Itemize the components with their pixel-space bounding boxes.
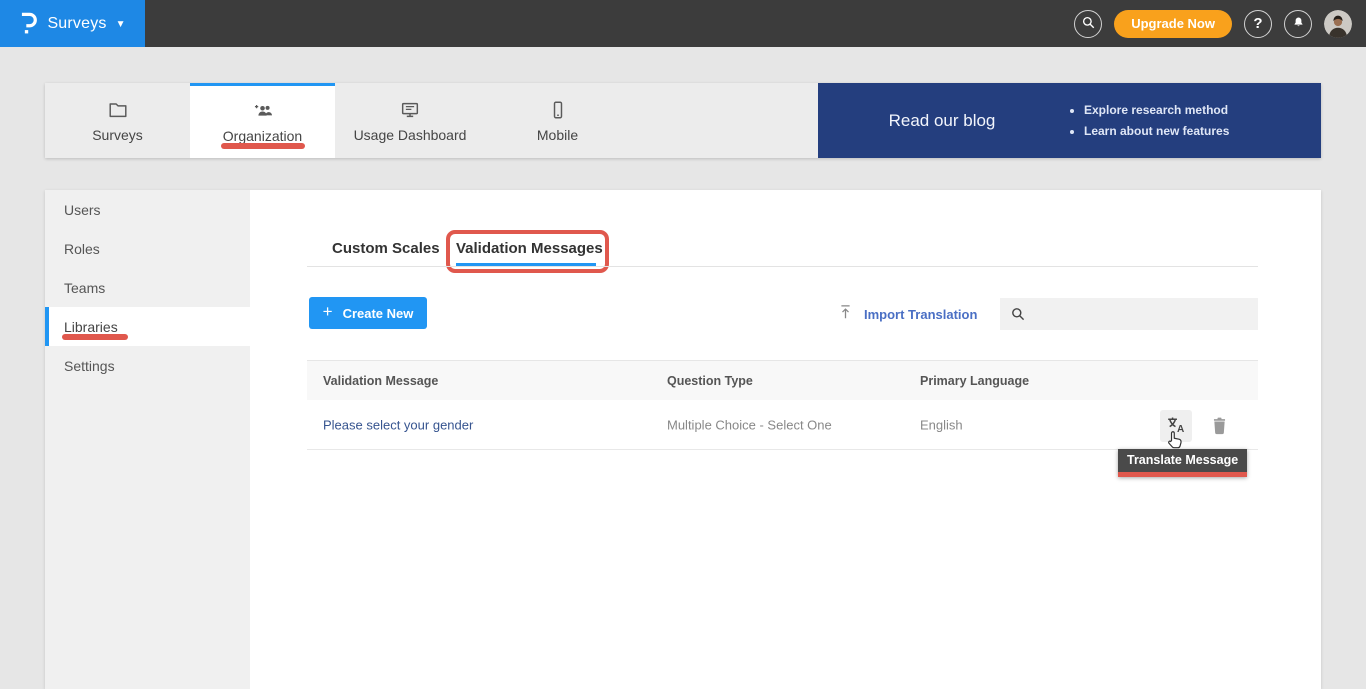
blog-promo-panel: Read our blog Explore research method Le… [818, 83, 1321, 158]
sidebar-item-libraries[interactable]: Libraries [45, 307, 250, 346]
tooltip: Translate Message [1118, 449, 1247, 477]
sidebar-item-label: Roles [64, 241, 100, 257]
tooltip-text: Translate Message [1118, 449, 1247, 472]
translate-message-button[interactable]: A [1160, 410, 1192, 442]
plus-icon: + [323, 302, 333, 322]
column-header-validation-message: Validation Message [323, 374, 438, 388]
primary-nav: Surveys Organization [45, 83, 1321, 158]
search-input[interactable] [1000, 298, 1258, 330]
annotation-underline [62, 334, 128, 340]
org-sidebar: Users Roles Teams Libraries Settings [45, 190, 250, 689]
create-new-label: Create New [343, 306, 414, 321]
libraries-content: Custom Scales Validation Messages + Crea… [250, 190, 1321, 689]
avatar-photo [1324, 10, 1352, 38]
table-search [1000, 298, 1258, 330]
column-header-primary-language: Primary Language [920, 374, 1029, 388]
sidebar-item-label: Settings [64, 358, 115, 374]
create-new-button[interactable]: + Create New [309, 297, 427, 329]
search-icon [1081, 15, 1096, 33]
annotation-underline [1118, 472, 1247, 477]
nav-tab-usage-dashboard[interactable]: Usage Dashboard [335, 83, 485, 158]
blog-promo-title[interactable]: Read our blog [818, 111, 1066, 131]
question-type-value: Multiple Choice - Select One [667, 417, 832, 432]
trash-icon [1210, 415, 1229, 439]
notifications-button[interactable] [1284, 10, 1312, 38]
nav-tab-label: Usage Dashboard [354, 127, 467, 143]
sidebar-item-label: Teams [64, 280, 105, 296]
top-bar: Surveys ▼ Upgrade Now ? [0, 0, 1366, 47]
app-screen: Surveys ▼ Upgrade Now ? [0, 0, 1366, 689]
primary-language-value: English [920, 417, 963, 432]
help-button[interactable]: ? [1244, 10, 1272, 38]
delete-message-button[interactable] [1208, 416, 1230, 438]
product-switcher[interactable]: Surveys ▼ [0, 0, 145, 47]
topbar-actions: Upgrade Now ? [1074, 10, 1366, 38]
sidebar-item-teams[interactable]: Teams [45, 268, 250, 307]
nav-tab-label: Mobile [537, 127, 578, 143]
table-row: Please select your gender Multiple Choic… [307, 400, 1258, 450]
sidebar-item-settings[interactable]: Settings [45, 346, 250, 385]
upgrade-now-button[interactable]: Upgrade Now [1114, 10, 1232, 38]
promo-bullet: Explore research method [1084, 100, 1229, 121]
tab-custom-scales[interactable]: Custom Scales [332, 240, 440, 257]
nav-tab-surveys[interactable]: Surveys [45, 83, 190, 158]
import-translation-label: Import Translation [864, 307, 977, 322]
column-header-question-type: Question Type [667, 374, 753, 388]
annotation-underline [221, 143, 305, 149]
promo-bullet: Learn about new features [1084, 121, 1229, 142]
dashboard-icon [399, 99, 421, 121]
tabs-divider [307, 266, 1258, 267]
sidebar-item-roles[interactable]: Roles [45, 229, 250, 268]
import-translation-link[interactable]: Import Translation [838, 305, 977, 323]
nav-tab-organization[interactable]: Organization [190, 83, 335, 158]
main-panel: Users Roles Teams Libraries Settings Cus… [45, 190, 1321, 689]
nav-tab-label: Surveys [92, 127, 143, 143]
search-button[interactable] [1074, 10, 1102, 38]
nav-tab-label: Organization [223, 128, 302, 144]
svg-text:A: A [1176, 424, 1183, 435]
validation-message-link[interactable]: Please select your gender [323, 417, 473, 432]
nav-tab-strip: Surveys Organization [45, 83, 818, 158]
table-header-row: Validation Message Question Type Primary… [307, 360, 1258, 400]
smartphone-icon [547, 99, 569, 121]
sidebar-item-label: Libraries [64, 319, 118, 335]
user-avatar[interactable] [1324, 10, 1352, 38]
folder-icon [107, 99, 129, 121]
sidebar-item-label: Users [64, 202, 101, 218]
bell-icon [1291, 15, 1306, 33]
sidebar-item-users[interactable]: Users [45, 190, 250, 229]
product-name: Surveys [47, 15, 106, 33]
upload-icon [838, 303, 853, 325]
chevron-down-icon: ▼ [116, 19, 126, 30]
translate-icon: A [1166, 414, 1187, 438]
tab-validation-messages[interactable]: Validation Messages [456, 240, 603, 257]
nav-tab-mobile[interactable]: Mobile [485, 83, 630, 158]
questionpro-logo-icon [19, 13, 38, 35]
blog-promo-bullets: Explore research method Learn about new … [1066, 100, 1229, 142]
add-people-icon [251, 100, 275, 122]
question-mark-icon: ? [1253, 15, 1262, 32]
